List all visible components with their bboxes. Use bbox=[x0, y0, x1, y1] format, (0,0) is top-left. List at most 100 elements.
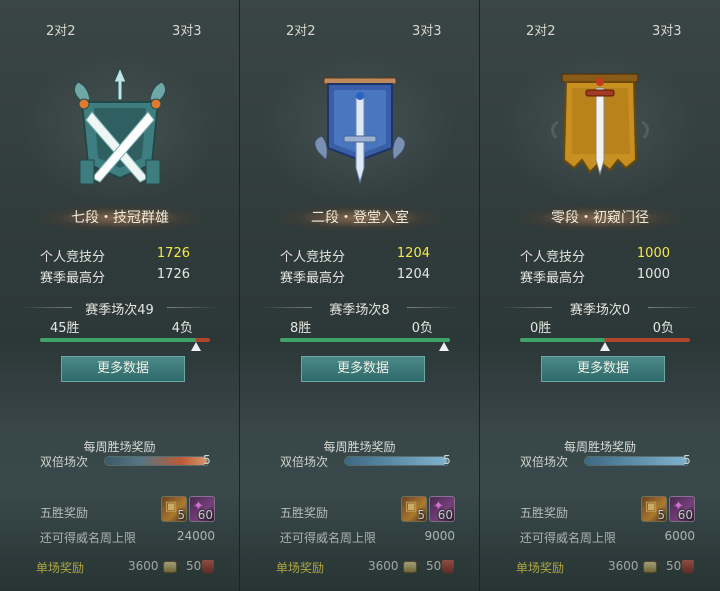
win-loss-bar bbox=[280, 338, 450, 351]
single-match-reward-row: 单场奖励 3600 50 bbox=[516, 559, 700, 576]
win-loss-bar bbox=[520, 338, 690, 351]
chest-glyph-icon: ▣ bbox=[165, 499, 178, 514]
personal-score-value: 1204 bbox=[396, 246, 430, 261]
season-matches: 赛季场次49 bbox=[0, 299, 239, 318]
tab-3v3[interactable]: 3对3 bbox=[172, 20, 202, 39]
tab-2v2[interactable]: 2对2 bbox=[286, 20, 316, 39]
treasure-chest-icon[interactable]: ▣ 5 bbox=[641, 496, 667, 522]
rank-name: 二段・登堂入室 bbox=[270, 204, 450, 232]
item-count: 5 bbox=[657, 508, 665, 522]
coin-amount: 3600 bbox=[608, 559, 639, 573]
personal-score-label: 个人竞技分 bbox=[520, 250, 586, 265]
season-high-value: 1204 bbox=[396, 267, 430, 282]
win-fill bbox=[40, 338, 196, 342]
double-matches-count: 5 bbox=[203, 453, 211, 467]
more-data-button[interactable]: 更多数据 bbox=[61, 356, 185, 382]
double-matches-bar bbox=[104, 456, 208, 466]
treasure-chest-icon[interactable]: ▣ 5 bbox=[401, 496, 427, 522]
season-high-value: 1726 bbox=[156, 267, 190, 282]
single-match-reward-row: 单场奖励 3600 50 bbox=[36, 559, 220, 576]
coin-icon bbox=[403, 561, 417, 573]
tab-3v3[interactable]: 3对3 bbox=[652, 20, 682, 39]
personal-score-row: 个人竞技分 1726 bbox=[40, 246, 190, 265]
weekly-cap-value: 9000 bbox=[424, 529, 455, 543]
five-win-reward-label: 五胜奖励 bbox=[520, 506, 569, 520]
weekly-cap-label: 还可得威名周上限 bbox=[40, 531, 137, 545]
honor-shield-icon bbox=[442, 560, 454, 574]
season-high-label: 赛季最高分 bbox=[40, 271, 106, 286]
double-matches-bar bbox=[344, 456, 448, 466]
season-high-value: 1000 bbox=[636, 267, 670, 282]
mode-tabs: 2对2 3对3 bbox=[480, 20, 720, 42]
item-count: 60 bbox=[677, 508, 693, 522]
personal-score-value: 1726 bbox=[156, 246, 190, 261]
coin-icon bbox=[643, 561, 657, 573]
weekly-cap-value: 24000 bbox=[176, 529, 215, 543]
losses-count: 4负 bbox=[171, 321, 193, 336]
double-matches-count: 5 bbox=[443, 453, 451, 467]
coin-amount: 3600 bbox=[368, 559, 399, 573]
honor-amount: 50 bbox=[426, 559, 442, 573]
wins-count: 0胜 bbox=[530, 321, 552, 336]
tab-3v3[interactable]: 3对3 bbox=[412, 20, 442, 39]
single-match-reward-row: 单场奖励 3600 50 bbox=[276, 559, 460, 576]
personal-score-label: 个人竞技分 bbox=[40, 250, 106, 265]
season-high-row: 赛季最高分 1726 bbox=[40, 267, 190, 286]
personal-score-label: 个人竞技分 bbox=[280, 250, 346, 265]
double-matches-label: 双倍场次 bbox=[520, 455, 569, 469]
double-matches-fill bbox=[345, 457, 447, 465]
more-data-button[interactable]: 更多数据 bbox=[301, 356, 425, 382]
rank-name: 七段・技冠群雄 bbox=[30, 204, 210, 232]
double-matches-count: 5 bbox=[683, 453, 691, 467]
double-matches-label: 双倍场次 bbox=[280, 455, 329, 469]
single-match-reward-label: 单场奖励 bbox=[276, 561, 325, 575]
double-matches-bar bbox=[584, 456, 688, 466]
season-matches: 赛季场次0 bbox=[480, 299, 720, 318]
win-ratio-marker-icon bbox=[191, 342, 201, 351]
honor-amount: 50 bbox=[666, 559, 682, 573]
win-fill bbox=[280, 338, 450, 342]
personal-score-row: 个人竞技分 1000 bbox=[520, 246, 670, 265]
single-match-reward-label: 单场奖励 bbox=[36, 561, 85, 575]
rank-screen: 2对2 3对3 七段・技冠群雄 个人竞技分 1726 赛季最高分 1726 赛季… bbox=[0, 0, 720, 591]
gold-banner-sword-emblem-icon bbox=[551, 73, 649, 176]
losses-count: 0负 bbox=[652, 321, 674, 336]
single-match-reward-label: 单场奖励 bbox=[516, 561, 565, 575]
item-count: 60 bbox=[437, 508, 453, 522]
rank-panel-2: 2对2 3对3 二段・登堂入室 个人竞技分 1204 赛季最高分 1204 赛季… bbox=[240, 0, 480, 591]
personal-score-value: 1000 bbox=[636, 246, 670, 261]
weekly-cap-row: 还可得威名周上限 24000 bbox=[40, 529, 215, 546]
honor-shield-icon bbox=[682, 560, 694, 574]
season-high-row: 赛季最高分 1000 bbox=[520, 267, 670, 286]
more-data-button[interactable]: 更多数据 bbox=[541, 356, 665, 382]
treasure-chest-icon[interactable]: ▣ 5 bbox=[161, 496, 187, 522]
tab-2v2[interactable]: 2对2 bbox=[526, 20, 556, 39]
chest-glyph-icon: ▣ bbox=[645, 499, 658, 514]
item-count: 5 bbox=[417, 508, 425, 522]
wins-count: 45胜 bbox=[50, 321, 80, 336]
double-matches-fill bbox=[585, 457, 687, 465]
purple-gem-icon[interactable]: ✦ 60 bbox=[669, 496, 695, 522]
tab-2v2[interactable]: 2对2 bbox=[46, 20, 76, 39]
crossed-swords-emblem-icon bbox=[73, 66, 166, 185]
weekly-cap-value: 6000 bbox=[664, 529, 695, 543]
item-count: 5 bbox=[177, 508, 185, 522]
personal-score-row: 个人竞技分 1204 bbox=[280, 246, 430, 265]
honor-amount: 50 bbox=[186, 559, 202, 573]
purple-gem-icon[interactable]: ✦ 60 bbox=[189, 496, 215, 522]
coin-amount: 3600 bbox=[128, 559, 159, 573]
five-win-reward-label: 五胜奖励 bbox=[40, 506, 89, 520]
mode-tabs: 2对2 3对3 bbox=[240, 20, 479, 42]
weekly-cap-label: 还可得威名周上限 bbox=[280, 531, 377, 545]
sword-banner-emblem-icon bbox=[313, 77, 406, 184]
wins-count: 8胜 bbox=[290, 321, 312, 336]
five-win-reward-label: 五胜奖励 bbox=[280, 506, 329, 520]
rank-panel-1: 2对2 3对3 七段・技冠群雄 个人竞技分 1726 赛季最高分 1726 赛季… bbox=[0, 0, 240, 591]
double-matches-label: 双倍场次 bbox=[40, 455, 89, 469]
rank-name: 零段・初窥门径 bbox=[510, 204, 690, 232]
item-count: 60 bbox=[197, 508, 213, 522]
season-high-label: 赛季最高分 bbox=[280, 271, 346, 286]
chest-glyph-icon: ▣ bbox=[405, 499, 418, 514]
purple-gem-icon[interactable]: ✦ 60 bbox=[429, 496, 455, 522]
coin-icon bbox=[163, 561, 177, 573]
